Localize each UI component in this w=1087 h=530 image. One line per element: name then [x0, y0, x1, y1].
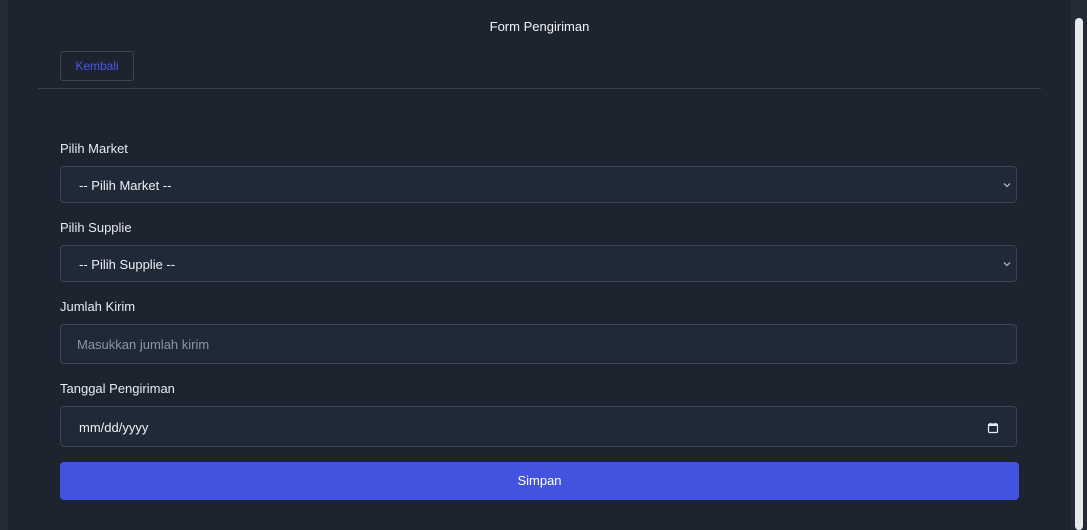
- market-select[interactable]: -- Pilih Market --: [60, 166, 1017, 203]
- form-title: Form Pengiriman: [489, 19, 590, 34]
- chevron-down-icon: [1002, 180, 1012, 190]
- supplier-label: Pilih Supplie: [60, 220, 132, 235]
- supplier-select[interactable]: -- Pilih Supplie --: [60, 245, 1017, 282]
- market-select-value: -- Pilih Market --: [79, 178, 172, 193]
- left-edge: [0, 0, 8, 530]
- page-frame: Form Pengiriman Kembali Pilih Market -- …: [0, 0, 1087, 530]
- shipping-date-label: Tanggal Pengiriman: [60, 381, 175, 396]
- scrollbar-thumb[interactable]: [1075, 18, 1083, 530]
- shipping-date-input[interactable]: mm/dd/yyyy: [60, 406, 1017, 447]
- shipping-form-card: Form Pengiriman Kembali Pilih Market -- …: [8, 0, 1071, 530]
- header-divider: [38, 88, 1041, 89]
- quantity-input[interactable]: Masukkan jumlah kirim: [60, 324, 1017, 364]
- shipping-date-value: mm/dd/yyyy: [79, 420, 149, 435]
- save-button[interactable]: Simpan: [60, 462, 1019, 500]
- back-button[interactable]: Kembali: [60, 51, 134, 81]
- market-label: Pilih Market: [60, 141, 128, 156]
- chevron-down-icon: [1002, 259, 1012, 269]
- supplier-select-value: -- Pilih Supplie --: [79, 257, 176, 272]
- quantity-placeholder: Masukkan jumlah kirim: [77, 337, 210, 352]
- calendar-icon[interactable]: [987, 421, 999, 434]
- quantity-label: Jumlah Kirim: [60, 299, 136, 314]
